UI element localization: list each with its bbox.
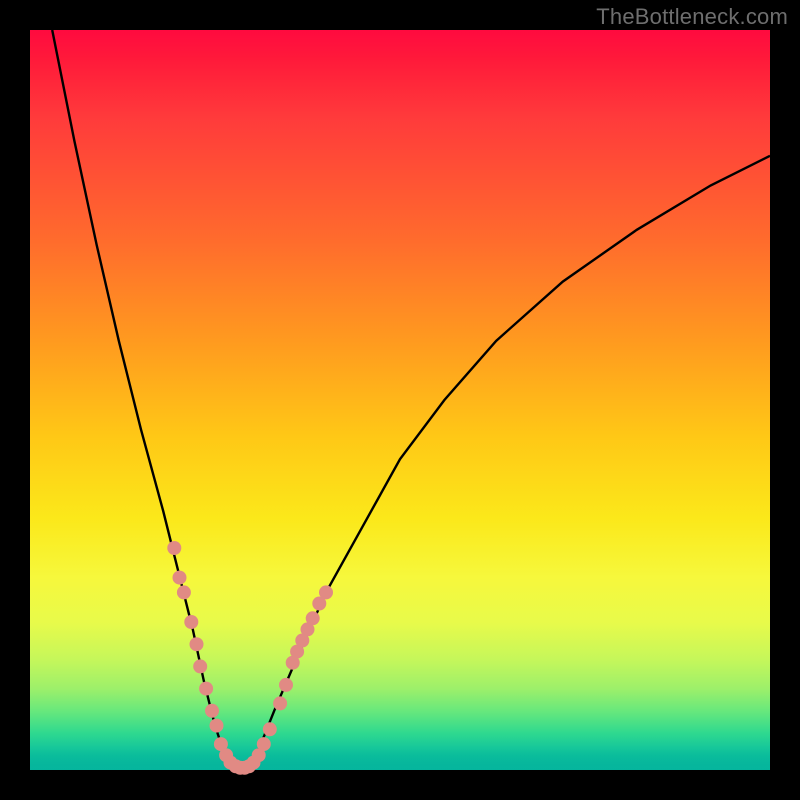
curve-marker [273, 696, 287, 710]
curve-marker [205, 704, 219, 718]
curve-marker [193, 659, 207, 673]
curve-marker [167, 541, 181, 555]
curve-marker [184, 615, 198, 629]
bottleneck-curve [52, 30, 770, 770]
watermark-text: TheBottleneck.com [596, 4, 788, 30]
curve-layer [30, 30, 770, 770]
curve-markers [167, 541, 333, 775]
curve-marker [263, 722, 277, 736]
curve-marker [173, 571, 187, 585]
chart-frame: TheBottleneck.com [0, 0, 800, 800]
curve-marker [306, 611, 320, 625]
curve-marker [177, 585, 191, 599]
curve-marker [257, 737, 271, 751]
plot-area [30, 30, 770, 770]
curve-marker [199, 682, 213, 696]
curve-marker [210, 719, 224, 733]
curve-marker [279, 678, 293, 692]
curve-marker [190, 637, 204, 651]
curve-marker [319, 585, 333, 599]
